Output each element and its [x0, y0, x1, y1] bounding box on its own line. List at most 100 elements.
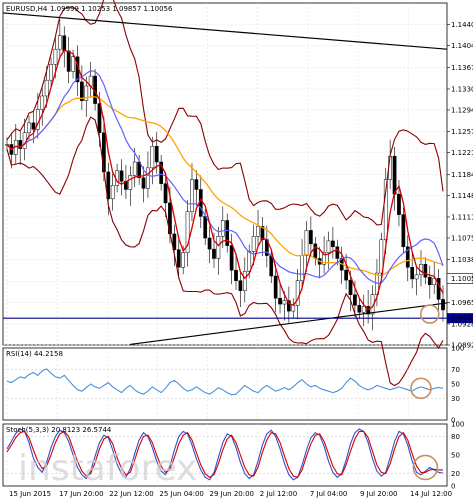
candle-body	[335, 246, 340, 259]
candle-body	[247, 251, 252, 272]
rsi-panel	[2, 347, 448, 421]
stoch-tick-label: 20	[451, 470, 460, 478]
candle-body	[242, 271, 247, 291]
candle-body	[27, 122, 31, 134]
candle-body	[40, 95, 45, 110]
candle-body	[110, 185, 115, 200]
candle-body	[269, 255, 274, 277]
candle-body	[357, 304, 362, 313]
candle-body	[401, 214, 406, 248]
rsi-tick-label: 100	[451, 345, 464, 353]
candle-body	[62, 35, 67, 52]
time-tick-label: 17 Jun 20:00	[59, 490, 103, 498]
candle-body	[331, 240, 335, 248]
candle-body	[128, 175, 133, 190]
price-tick-label: 1.12210	[451, 149, 473, 157]
candle-body	[423, 264, 428, 278]
candle-body	[216, 236, 221, 259]
candle-body	[344, 269, 348, 281]
candle-body	[132, 161, 137, 176]
candle-body	[282, 300, 287, 305]
stoch-tick-label: 0	[451, 483, 455, 491]
time-tick-label: 22 Jun 12:00	[109, 490, 153, 498]
candle-body	[229, 245, 234, 271]
candle-body	[146, 167, 150, 189]
time-tick-label: 9 Jul 20:00	[360, 490, 398, 498]
candle-body	[53, 48, 58, 65]
candle-body	[141, 177, 146, 189]
time-tick-label: 25 Jun 04:00	[159, 490, 203, 498]
price-tick-label: 1.13300	[451, 85, 473, 93]
candle-body	[427, 276, 432, 286]
candle-body	[150, 145, 155, 169]
stoch-tick-label: 50	[451, 452, 460, 460]
candle-body	[397, 193, 401, 215]
stoch-label: Stoch(5,3,3) 20.8123 26.5744	[6, 426, 112, 434]
candle-body	[238, 280, 243, 291]
price-tick-label: 1.11840	[451, 171, 473, 179]
candle-body	[220, 220, 225, 237]
price-tick-label: 1.10380	[451, 256, 473, 264]
candle-body	[392, 155, 397, 195]
candle-body	[304, 230, 309, 256]
time-tick-label: 7 Jul 04:00	[310, 490, 348, 498]
candle-body	[353, 294, 357, 306]
price-tick-label: 1.11480	[451, 192, 473, 200]
candle-body	[66, 50, 71, 72]
candle-body	[207, 237, 212, 250]
candle-body	[326, 240, 331, 253]
candle-body	[256, 226, 260, 237]
candle-body	[273, 275, 278, 299]
stoch-tick-label: 100	[451, 421, 464, 429]
candle-body	[181, 252, 186, 268]
candle-body	[251, 236, 256, 252]
time-tick-label: 15 Jun 2015	[9, 490, 51, 498]
candle-body	[137, 161, 141, 179]
candle-body	[176, 249, 181, 268]
price-tick-label: 1.13670	[451, 64, 473, 72]
candle-body	[291, 304, 296, 312]
time-tick-label: 2 Jul 12:00	[260, 490, 298, 498]
candle-body	[194, 179, 199, 190]
candle-body	[49, 64, 53, 81]
candle-body	[278, 297, 282, 305]
candle-body	[234, 269, 238, 281]
symbol-label: EURUSD,H4	[6, 5, 48, 13]
candle-body	[31, 122, 36, 130]
candle-body	[441, 299, 445, 311]
candle-body	[203, 216, 208, 239]
price-tick-label: 1.14040	[451, 42, 473, 50]
candle-body	[119, 170, 124, 182]
stoch-tick-label: 80	[451, 433, 460, 441]
chart-svg: 1.14400 1.14040 1.13670 1.13300 1.12940 1.125…	[2, 0, 473, 498]
price-tick-label: 1.11110	[451, 213, 473, 221]
candle-body	[190, 179, 194, 212]
chart-window: 1.14400 1.14040 1.13670 1.13300 1.12940 1.125…	[0, 0, 473, 500]
candle-body	[300, 255, 304, 281]
price-tick-label: 1.14400	[451, 21, 473, 29]
current-price-label: 1.10056	[451, 275, 473, 283]
time-tick-label: 29 Jun 20:00	[210, 490, 254, 498]
candle-body	[71, 56, 75, 72]
time-tick-label: 14 Jul 12:00	[410, 490, 452, 498]
support-price-label: 1.09379	[451, 315, 473, 323]
candle-body	[57, 35, 62, 50]
rsi-tick-label: 50	[451, 381, 460, 389]
rsi-tick-label: 30	[451, 395, 460, 403]
rsi-tick-label: 70	[451, 366, 460, 374]
candle-body	[309, 230, 313, 245]
candle-body	[361, 306, 366, 313]
price-tick-label: 1.12570	[451, 128, 473, 136]
candle-body	[348, 279, 353, 295]
price-tick-label: 1.12940	[451, 106, 473, 114]
candle-body	[414, 274, 419, 280]
candle-body	[154, 145, 159, 163]
candle-body	[313, 243, 318, 259]
price-tick-label: 1.10750	[451, 235, 473, 243]
watermark-logo: instaforex	[18, 448, 197, 489]
rsi-label: RSI(14) 44.2158	[6, 350, 63, 358]
candle-body	[212, 248, 216, 259]
price-tick-label: 1.09650	[451, 299, 473, 307]
candle-body	[410, 266, 415, 280]
candle-body	[44, 79, 49, 97]
